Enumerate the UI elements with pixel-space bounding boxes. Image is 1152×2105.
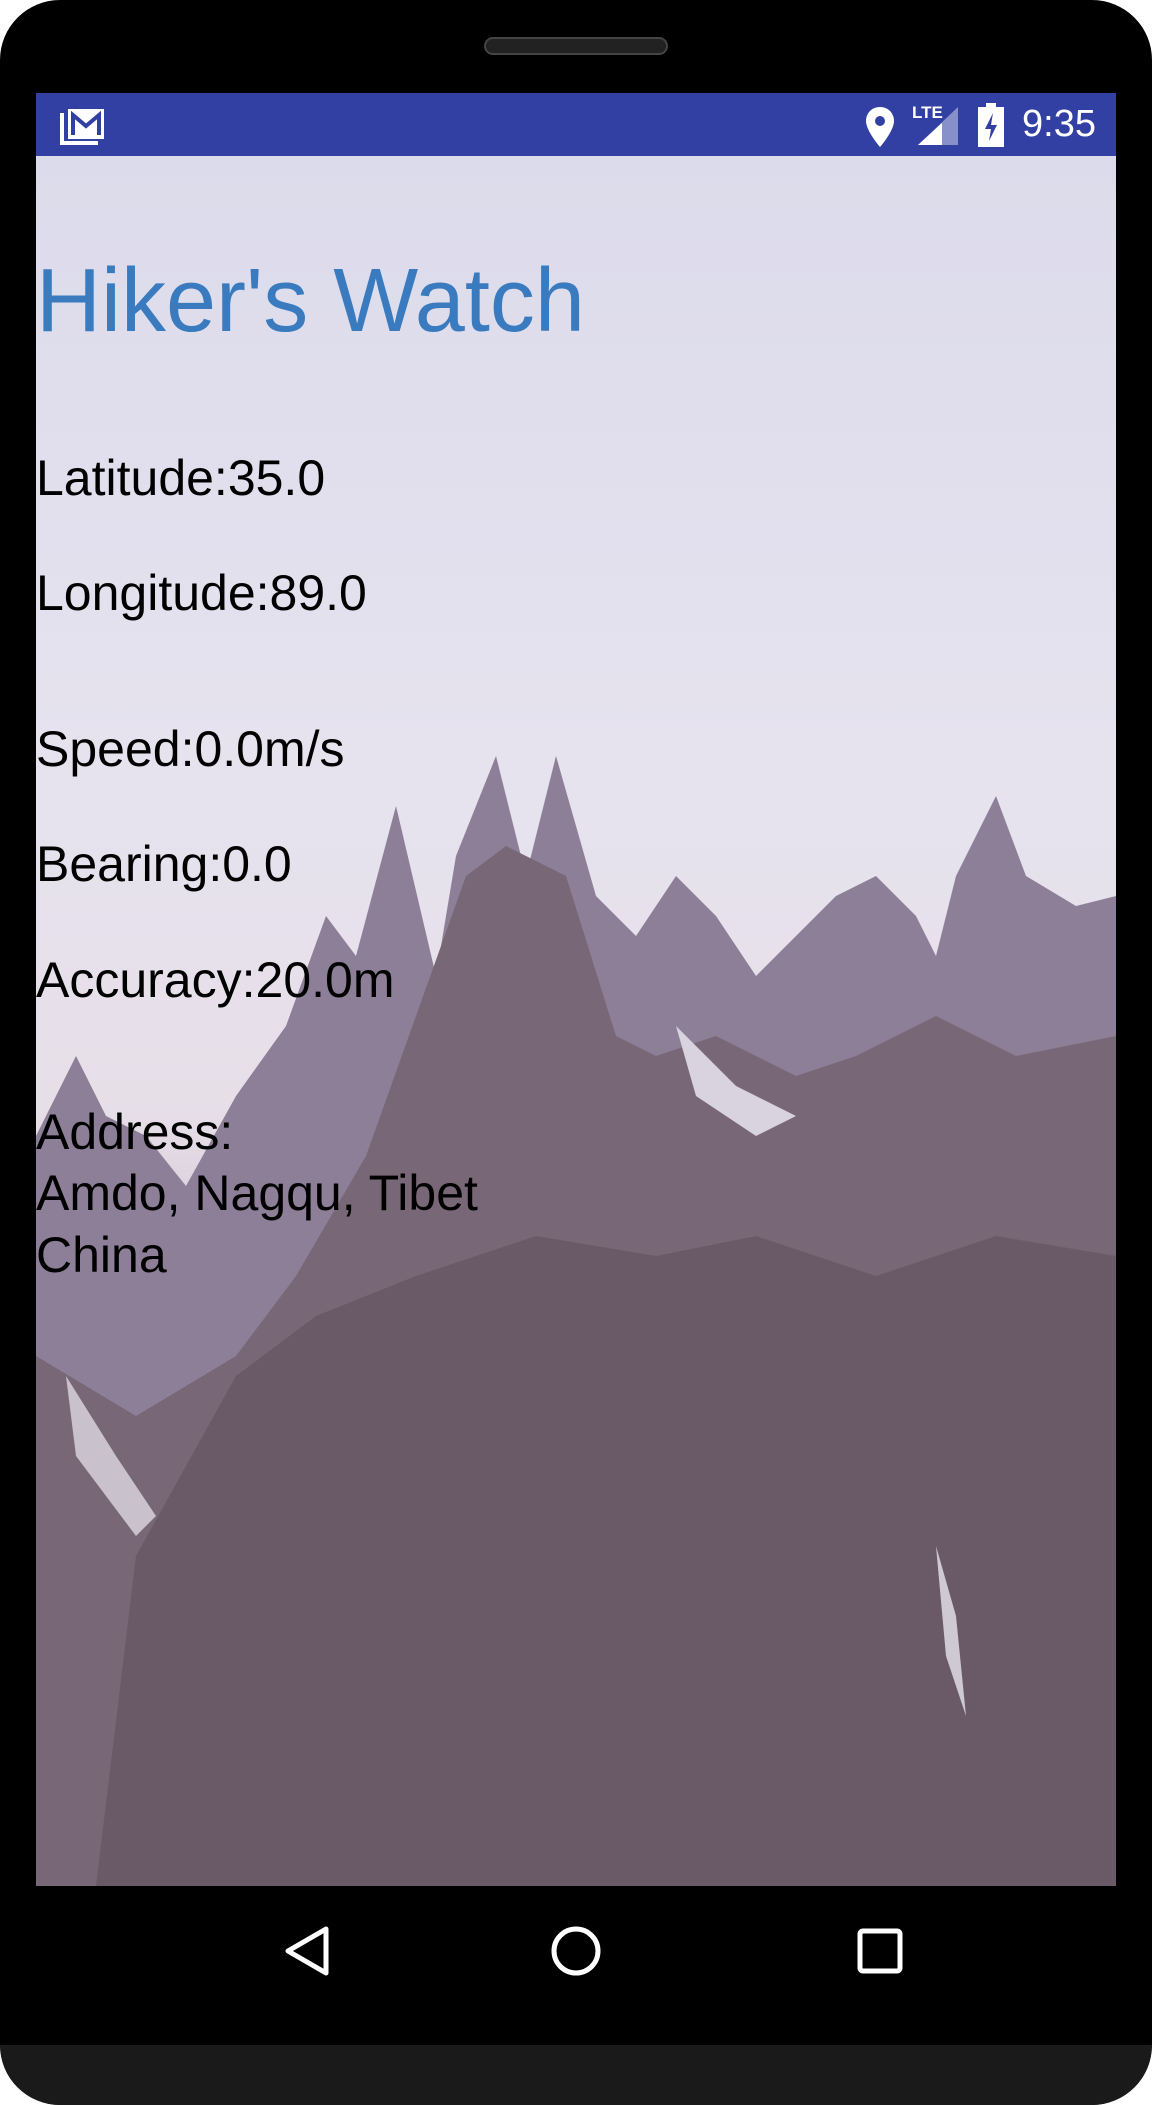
speaker-grille [484,37,668,55]
app-screen: Hiker's Watch Latitude:35.0 Longitude:89… [36,156,1116,1886]
home-button[interactable] [541,1916,611,1986]
signal-icon [918,107,958,145]
address-label: Address: [36,1104,234,1160]
address-line-1: Amdo, Nagqu, Tibet [36,1165,478,1221]
back-button[interactable] [272,1916,342,1986]
recents-button[interactable] [845,1916,915,1986]
bearing-text: Bearing:0.0 [36,836,292,892]
location-icon [866,107,894,147]
longitude-text: Longitude:89.0 [36,565,367,621]
address-line-2: China [36,1227,167,1283]
home-icon [551,1926,601,1976]
speed-text: Speed:0.0m/s [36,721,345,777]
recents-icon [857,1928,903,1974]
battery-charging-icon [978,103,1004,147]
status-bar: LTE 9:35 [36,93,1116,156]
device-frame: LTE 9:35 Hiker's Watch Latitude:35.0 Lon… [0,0,1152,2105]
app-title: Hiker's Watch [36,251,585,351]
gmail-icon [60,109,104,145]
mountain-background-image [36,756,1116,1886]
back-icon [285,1926,329,1976]
navigation-bar [36,1886,1116,2016]
device-chin [0,2045,1152,2105]
accuracy-text: Accuracy:20.0m [36,952,395,1008]
latitude-text: Latitude:35.0 [36,450,326,506]
clock: 9:35 [1022,103,1096,145]
